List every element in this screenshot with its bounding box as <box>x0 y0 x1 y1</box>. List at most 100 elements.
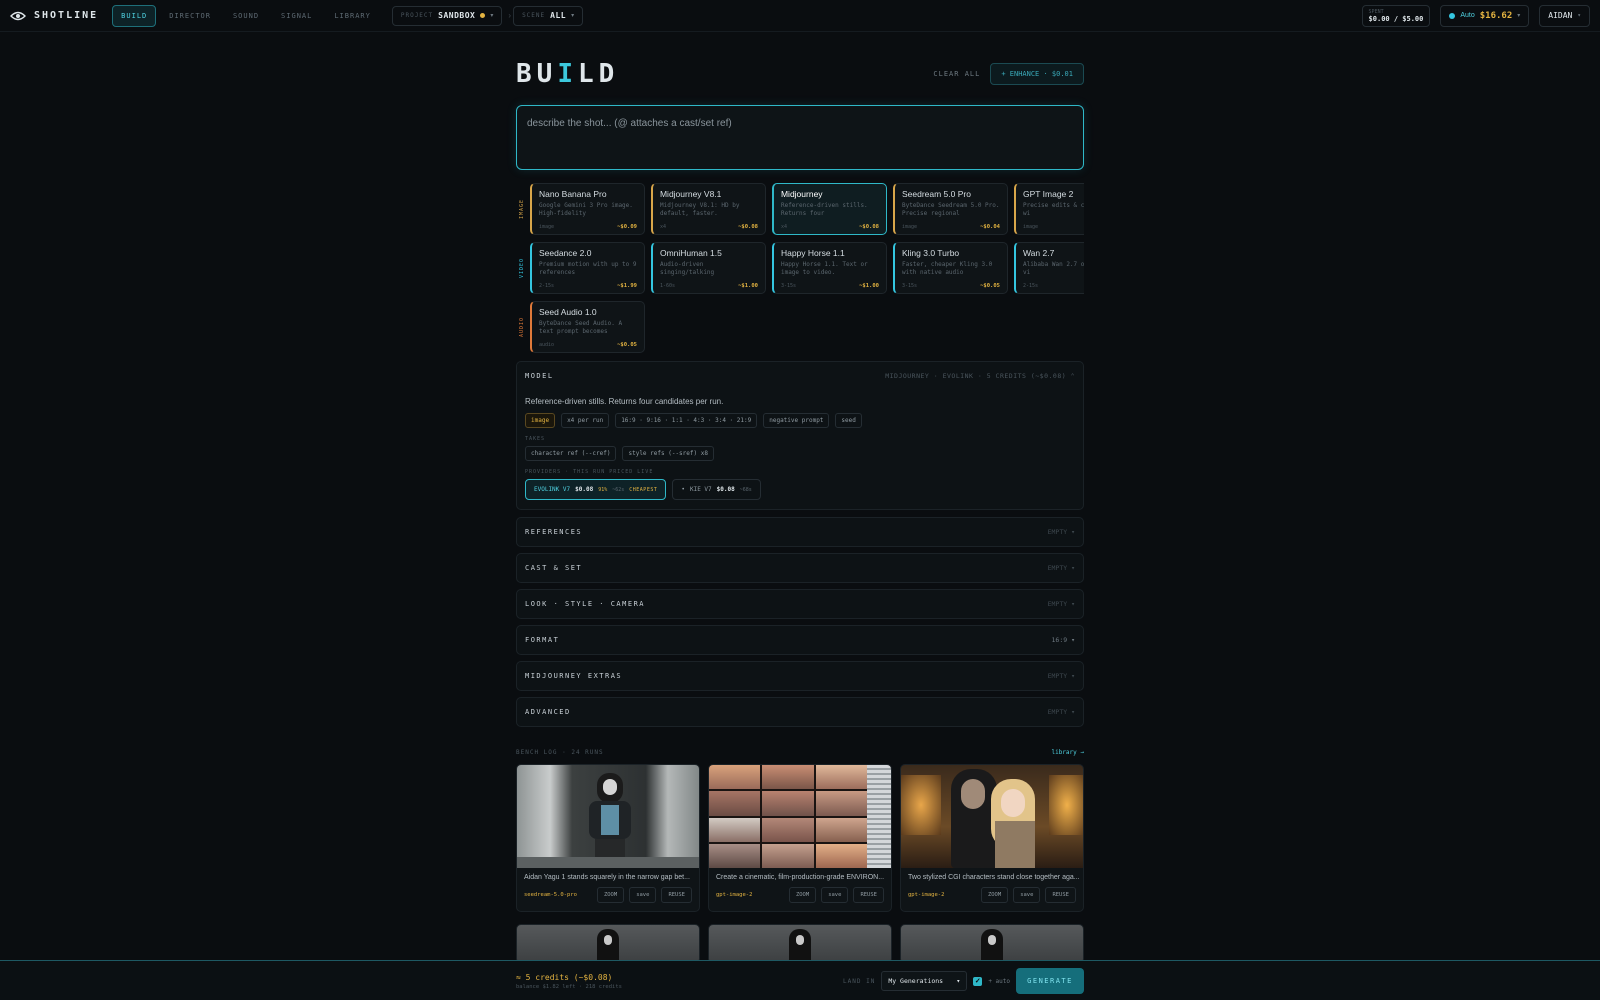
user-menu[interactable]: AIDAN ▾ <box>1539 4 1590 27</box>
cheapest-badge: CHEAPEST <box>629 486 658 493</box>
chevron-down-icon: ▾ <box>1071 564 1075 572</box>
project-selector[interactable]: PROJECT SANDBOX ▾ <box>391 5 503 26</box>
model-tag: image <box>1022 224 1039 230</box>
chevron-down-icon: ▾ <box>1577 12 1581 19</box>
generation-card[interactable]: Create a cinematic, film-production-grad… <box>708 764 892 912</box>
takes-label: TAKES <box>525 436 546 442</box>
model-name: Kling 3.0 Turbo <box>901 248 960 258</box>
model-card-midjourney[interactable]: Midjourney Reference-driven stills. Retu… <box>771 183 887 235</box>
generation-thumbnail[interactable] <box>901 765 1083 868</box>
chevron-up-icon: ⌃ <box>1070 371 1075 380</box>
model-card-omnihuman[interactable]: OmniHuman 1.5 Audio-driven singing/talki… <box>650 242 766 294</box>
save-button[interactable]: save <box>629 887 657 903</box>
generation-thumbnail[interactable] <box>708 924 892 964</box>
generate-bar: ≈ 5 credits (~$0.08) balance $1.82 left … <box>0 960 1600 1000</box>
model-desc: Midjourney V8.1: HD by default, faster. <box>659 202 740 217</box>
nav-director[interactable]: DIRECTOR <box>160 5 220 27</box>
model-price: ~$0.08 <box>859 224 879 230</box>
zoom-button[interactable]: ZOOM <box>596 887 625 903</box>
section-look-style-camera[interactable]: LOOK · STYLE · CAMERA EMPTY ▾ <box>516 589 1084 619</box>
logo[interactable]: SHOTLINE <box>10 10 98 21</box>
generation-thumbnail[interactable] <box>900 924 1084 964</box>
provider-kie[interactable]: • KIE V7 $0.08 ~68s <box>672 479 761 500</box>
nav-sound[interactable]: SOUND <box>224 5 268 27</box>
model-row-audio: AUDIO Seed Audio 1.0 ByteDance Seed Audi… <box>516 301 1084 353</box>
land-in-select[interactable]: My Generations ▾ <box>881 971 968 991</box>
app-name: SHOTLINE <box>34 10 99 21</box>
chip: character ref (--cref) <box>525 446 617 461</box>
nav-signal[interactable]: SIGNAL <box>272 5 321 27</box>
section-cast-set[interactable]: CAST & SET EMPTY ▾ <box>516 553 1084 583</box>
land-in-value: My Generations <box>888 977 944 985</box>
model-price: ~$0.04 <box>980 224 1000 230</box>
model-price: ~$0.08 <box>738 224 758 230</box>
project-label: PROJECT <box>400 12 434 19</box>
generate-button[interactable]: GENERATE <box>1016 968 1084 994</box>
section-midjourney-extras[interactable]: MIDJOURNEY EXTRAS EMPTY ▾ <box>516 661 1084 691</box>
status-dot-icon <box>480 13 486 18</box>
reuse-button[interactable]: REUSE <box>853 887 884 903</box>
model-desc: Alibaba Wan 2.7 or image to vi <box>1022 261 1084 276</box>
generation-thumbnail[interactable] <box>709 765 891 868</box>
model-panel-header[interactable]: MODEL MIDJOURNEY · EVOLINK · 5 CREDITS (… <box>525 362 1075 389</box>
nav-build[interactable]: BUILD <box>112 4 157 27</box>
generation-card[interactable]: Aidan Yagu 1 stands squarely in the narr… <box>516 764 700 912</box>
page-title: BUILD <box>516 59 620 89</box>
model-card-seedream[interactable]: Seedream 5.0 Pro ByteDance Seedream 5.0 … <box>892 183 1008 235</box>
model-name: OmniHuman 1.5 <box>659 248 722 258</box>
model-row-video: VIDEO Seedance 2.0 Premium motion with u… <box>516 242 1084 294</box>
model-card-nano-banana-pro[interactable]: Nano Banana Pro Google Gemini 3 Pro imag… <box>529 183 645 235</box>
section-references[interactable]: REFERENCES EMPTY ▾ <box>516 517 1084 547</box>
model-card-seedance[interactable]: Seedance 2.0 Premium motion with up to 9… <box>529 242 645 294</box>
model-card-happy-horse[interactable]: Happy Horse 1.1 Happy Horse 1.1. Text or… <box>771 242 887 294</box>
provider-evolink[interactable]: EVOLINK V7 $0.08 91% ~62s CHEAPEST <box>525 479 667 500</box>
auto-balance[interactable]: Auto $16.62 ▾ <box>1440 4 1530 27</box>
model-name: Seedream 5.0 Pro <box>901 189 971 199</box>
providers-list: EVOLINK V7 $0.08 91% ~62s CHEAPEST • KIE… <box>525 479 1075 500</box>
row-label-image: IMAGE <box>519 198 525 220</box>
chevron-down-icon: ▾ <box>490 13 494 19</box>
chevron-down-icon: ▾ <box>1071 528 1075 536</box>
chip: x4 per run <box>561 413 610 428</box>
chip: style refs (--sref) x8 <box>622 446 714 461</box>
section-title: ADVANCED <box>525 708 571 716</box>
model-tag: 3-15s <box>901 283 918 289</box>
generation-caption: Aidan Yagu 1 stands squarely in the narr… <box>524 874 690 881</box>
bench-title: BENCH LOG · 24 RUNS <box>516 749 604 756</box>
nav-library[interactable]: LIBRARY <box>325 5 380 27</box>
model-panel-meta: MIDJOURNEY · EVOLINK · 5 CREDITS (~$0.08… <box>885 371 1067 380</box>
auto-checkbox[interactable]: ✓ <box>973 976 983 986</box>
separator-icon: › <box>508 11 512 20</box>
user-name: AIDAN <box>1548 11 1573 20</box>
generation-grid: Aidan Yagu 1 stands squarely in the narr… <box>516 764 1084 912</box>
model-card-wan[interactable]: Wan 2.7 Alibaba Wan 2.7 or image to vi 2… <box>1013 242 1084 294</box>
scene-selector[interactable]: SCENE ALL ▾ <box>513 5 584 26</box>
save-button[interactable]: save <box>1013 887 1041 903</box>
capability-chips: image x4 per run 16:9 · 9:16 · 1:1 · 4:3… <box>525 413 1075 428</box>
clear-all-button[interactable]: CLEAR ALL <box>933 70 980 78</box>
prompt-input[interactable]: describe the shot... (@ attaches a cast/… <box>516 105 1084 170</box>
model-tag: audio <box>538 342 555 348</box>
section-value: EMPTY <box>1047 528 1068 536</box>
model-card-kling[interactable]: Kling 3.0 Turbo Faster, cheaper Kling 3.… <box>892 242 1008 294</box>
enhance-button[interactable]: + ENHANCE · $0.01 <box>990 63 1084 85</box>
eye-logo-icon <box>10 11 26 20</box>
library-link[interactable]: library → <box>1051 749 1084 756</box>
zoom-button[interactable]: ZOOM <box>788 887 817 903</box>
reuse-button[interactable]: REUSE <box>1045 887 1076 903</box>
generation-thumbnail[interactable] <box>517 765 699 868</box>
generation-model: gpt-image-2 <box>716 892 753 898</box>
provider-name: KIE V7 <box>689 486 712 493</box>
model-card-midjourney-v8[interactable]: Midjourney V8.1 Midjourney V8.1: HD by d… <box>650 183 766 235</box>
section-format[interactable]: FORMAT 16:9 ▾ <box>516 625 1084 655</box>
generation-thumbnail[interactable] <box>516 924 700 964</box>
generation-card[interactable]: Two stylized CGI characters stand close … <box>900 764 1084 912</box>
model-desc: Precise edits & composition wi <box>1022 202 1084 217</box>
model-card-gpt-image-2[interactable]: GPT Image 2 Precise edits & composition … <box>1013 183 1084 235</box>
save-button[interactable]: save <box>821 887 849 903</box>
reuse-button[interactable]: REUSE <box>661 887 692 903</box>
model-tag: image <box>901 224 918 230</box>
section-advanced[interactable]: ADVANCED EMPTY ▾ <box>516 697 1084 727</box>
zoom-button[interactable]: ZOOM <box>980 887 1009 903</box>
model-card-seed-audio[interactable]: Seed Audio 1.0 ByteDance Seed Audio. A t… <box>529 301 645 353</box>
